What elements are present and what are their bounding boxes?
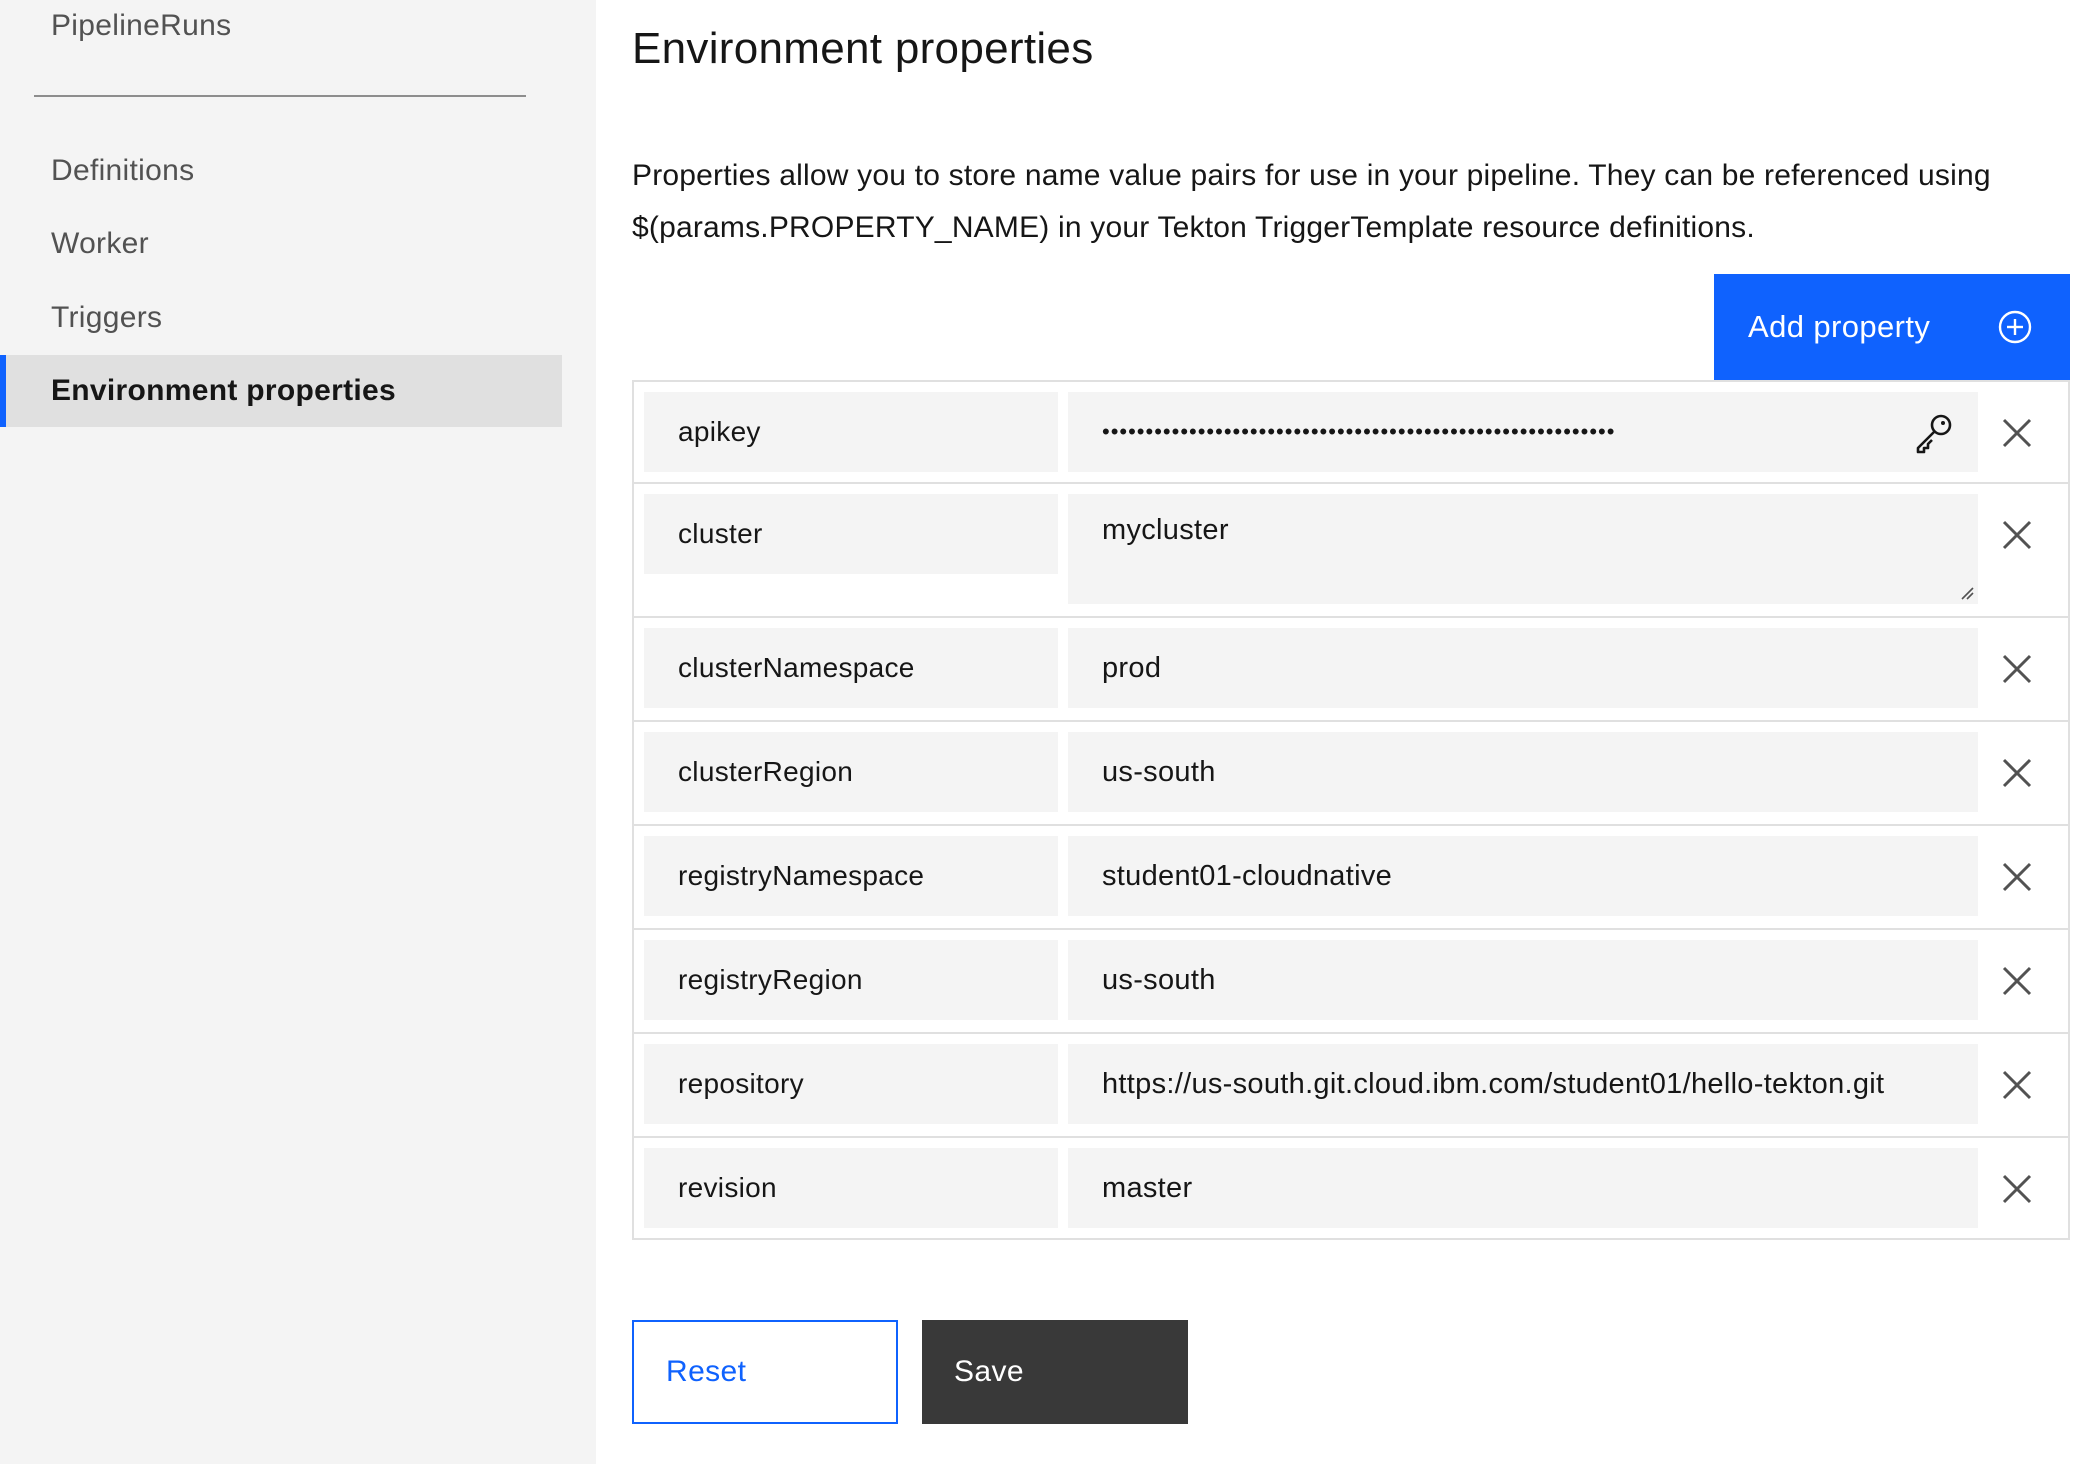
sidebar-item-label: Triggers bbox=[51, 301, 163, 334]
sidebar-item-pipelineruns[interactable]: PipelineRuns bbox=[0, 0, 562, 62]
remove-property-icon[interactable] bbox=[1996, 960, 2038, 1002]
save-button[interactable]: Save bbox=[922, 1320, 1188, 1424]
resize-handle-icon[interactable] bbox=[1960, 586, 1974, 600]
add-property-label: Add property bbox=[1748, 309, 1931, 344]
property-value-field[interactable]: us-south bbox=[1068, 732, 1978, 812]
property-value-text: mycluster bbox=[1102, 514, 1229, 546]
page-title: Environment properties bbox=[632, 24, 1094, 73]
property-value-field[interactable]: prod bbox=[1068, 628, 1978, 708]
property-name-field[interactable]: clusterRegion bbox=[644, 732, 1058, 812]
property-value-field[interactable]: https://us-south.git.cloud.ibm.com/stude… bbox=[1068, 1044, 1978, 1124]
property-row: cluster mycluster bbox=[634, 484, 2068, 618]
property-name-field[interactable]: cluster bbox=[644, 494, 1058, 574]
property-row: clusterNamespace prod bbox=[634, 618, 2068, 722]
add-property-button[interactable]: Add property bbox=[1714, 274, 2070, 380]
remove-property-icon[interactable] bbox=[1996, 514, 2038, 556]
remove-property-icon[interactable] bbox=[1996, 752, 2038, 794]
property-row: apikey •••••••••••••••••••••••••••••••••… bbox=[634, 382, 2068, 484]
remove-property-icon[interactable] bbox=[1996, 1064, 2038, 1106]
properties-table: apikey •••••••••••••••••••••••••••••••••… bbox=[632, 380, 2070, 1240]
reset-button[interactable]: Reset bbox=[632, 1320, 898, 1424]
property-row: revision master bbox=[634, 1138, 2068, 1238]
property-value-textarea[interactable]: mycluster bbox=[1068, 494, 1978, 604]
remove-property-icon[interactable] bbox=[1996, 412, 2038, 454]
sidebar-divider bbox=[34, 95, 526, 97]
secure-value-text: ••••••••••••••••••••••••••••••••••••••••… bbox=[1102, 419, 1616, 444]
property-value-field[interactable]: us-south bbox=[1068, 940, 1978, 1020]
remove-property-icon[interactable] bbox=[1996, 1168, 2038, 1210]
add-circle-icon bbox=[1998, 310, 2032, 344]
save-label: Save bbox=[954, 1355, 1024, 1388]
sidebar-item-label: Definitions bbox=[51, 154, 195, 187]
sidebar-item-environment-properties[interactable]: Environment properties bbox=[0, 355, 562, 427]
property-name-field[interactable]: revision bbox=[644, 1148, 1058, 1228]
property-value-field[interactable]: student01-cloudnative bbox=[1068, 836, 1978, 916]
property-row: registryRegion us-south bbox=[634, 930, 2068, 1034]
property-name-field[interactable]: clusterNamespace bbox=[644, 628, 1058, 708]
sidebar-item-definitions[interactable]: Definitions bbox=[0, 135, 562, 207]
sidebar-item-triggers[interactable]: Triggers bbox=[0, 282, 562, 354]
property-row: clusterRegion us-south bbox=[634, 722, 2068, 826]
sidebar: PipelineRuns Definitions Worker Triggers… bbox=[0, 0, 596, 1464]
sidebar-item-label: Environment properties bbox=[51, 374, 396, 407]
remove-property-icon[interactable] bbox=[1996, 856, 2038, 898]
property-name-field[interactable]: registryNamespace bbox=[644, 836, 1058, 916]
property-name-field[interactable]: registryRegion bbox=[644, 940, 1058, 1020]
reset-label: Reset bbox=[666, 1355, 747, 1388]
property-row: registryNamespace student01-cloudnative bbox=[634, 826, 2068, 930]
property-value-field[interactable]: ••••••••••••••••••••••••••••••••••••••••… bbox=[1068, 392, 1978, 472]
property-row: repository https://us-south.git.cloud.ib… bbox=[634, 1034, 2068, 1138]
property-name-field[interactable]: repository bbox=[644, 1044, 1058, 1124]
sidebar-item-label: PipelineRuns bbox=[51, 9, 232, 42]
property-value-field[interactable]: master bbox=[1068, 1148, 1978, 1228]
key-icon[interactable] bbox=[1912, 410, 1956, 454]
main-content: Environment properties Properties allow … bbox=[596, 0, 2076, 1464]
sidebar-item-worker[interactable]: Worker bbox=[0, 208, 562, 280]
remove-property-icon[interactable] bbox=[1996, 648, 2038, 690]
property-name-field[interactable]: apikey bbox=[644, 392, 1058, 472]
sidebar-item-label: Worker bbox=[51, 227, 149, 260]
page-description: Properties allow you to store name value… bbox=[632, 159, 1991, 244]
